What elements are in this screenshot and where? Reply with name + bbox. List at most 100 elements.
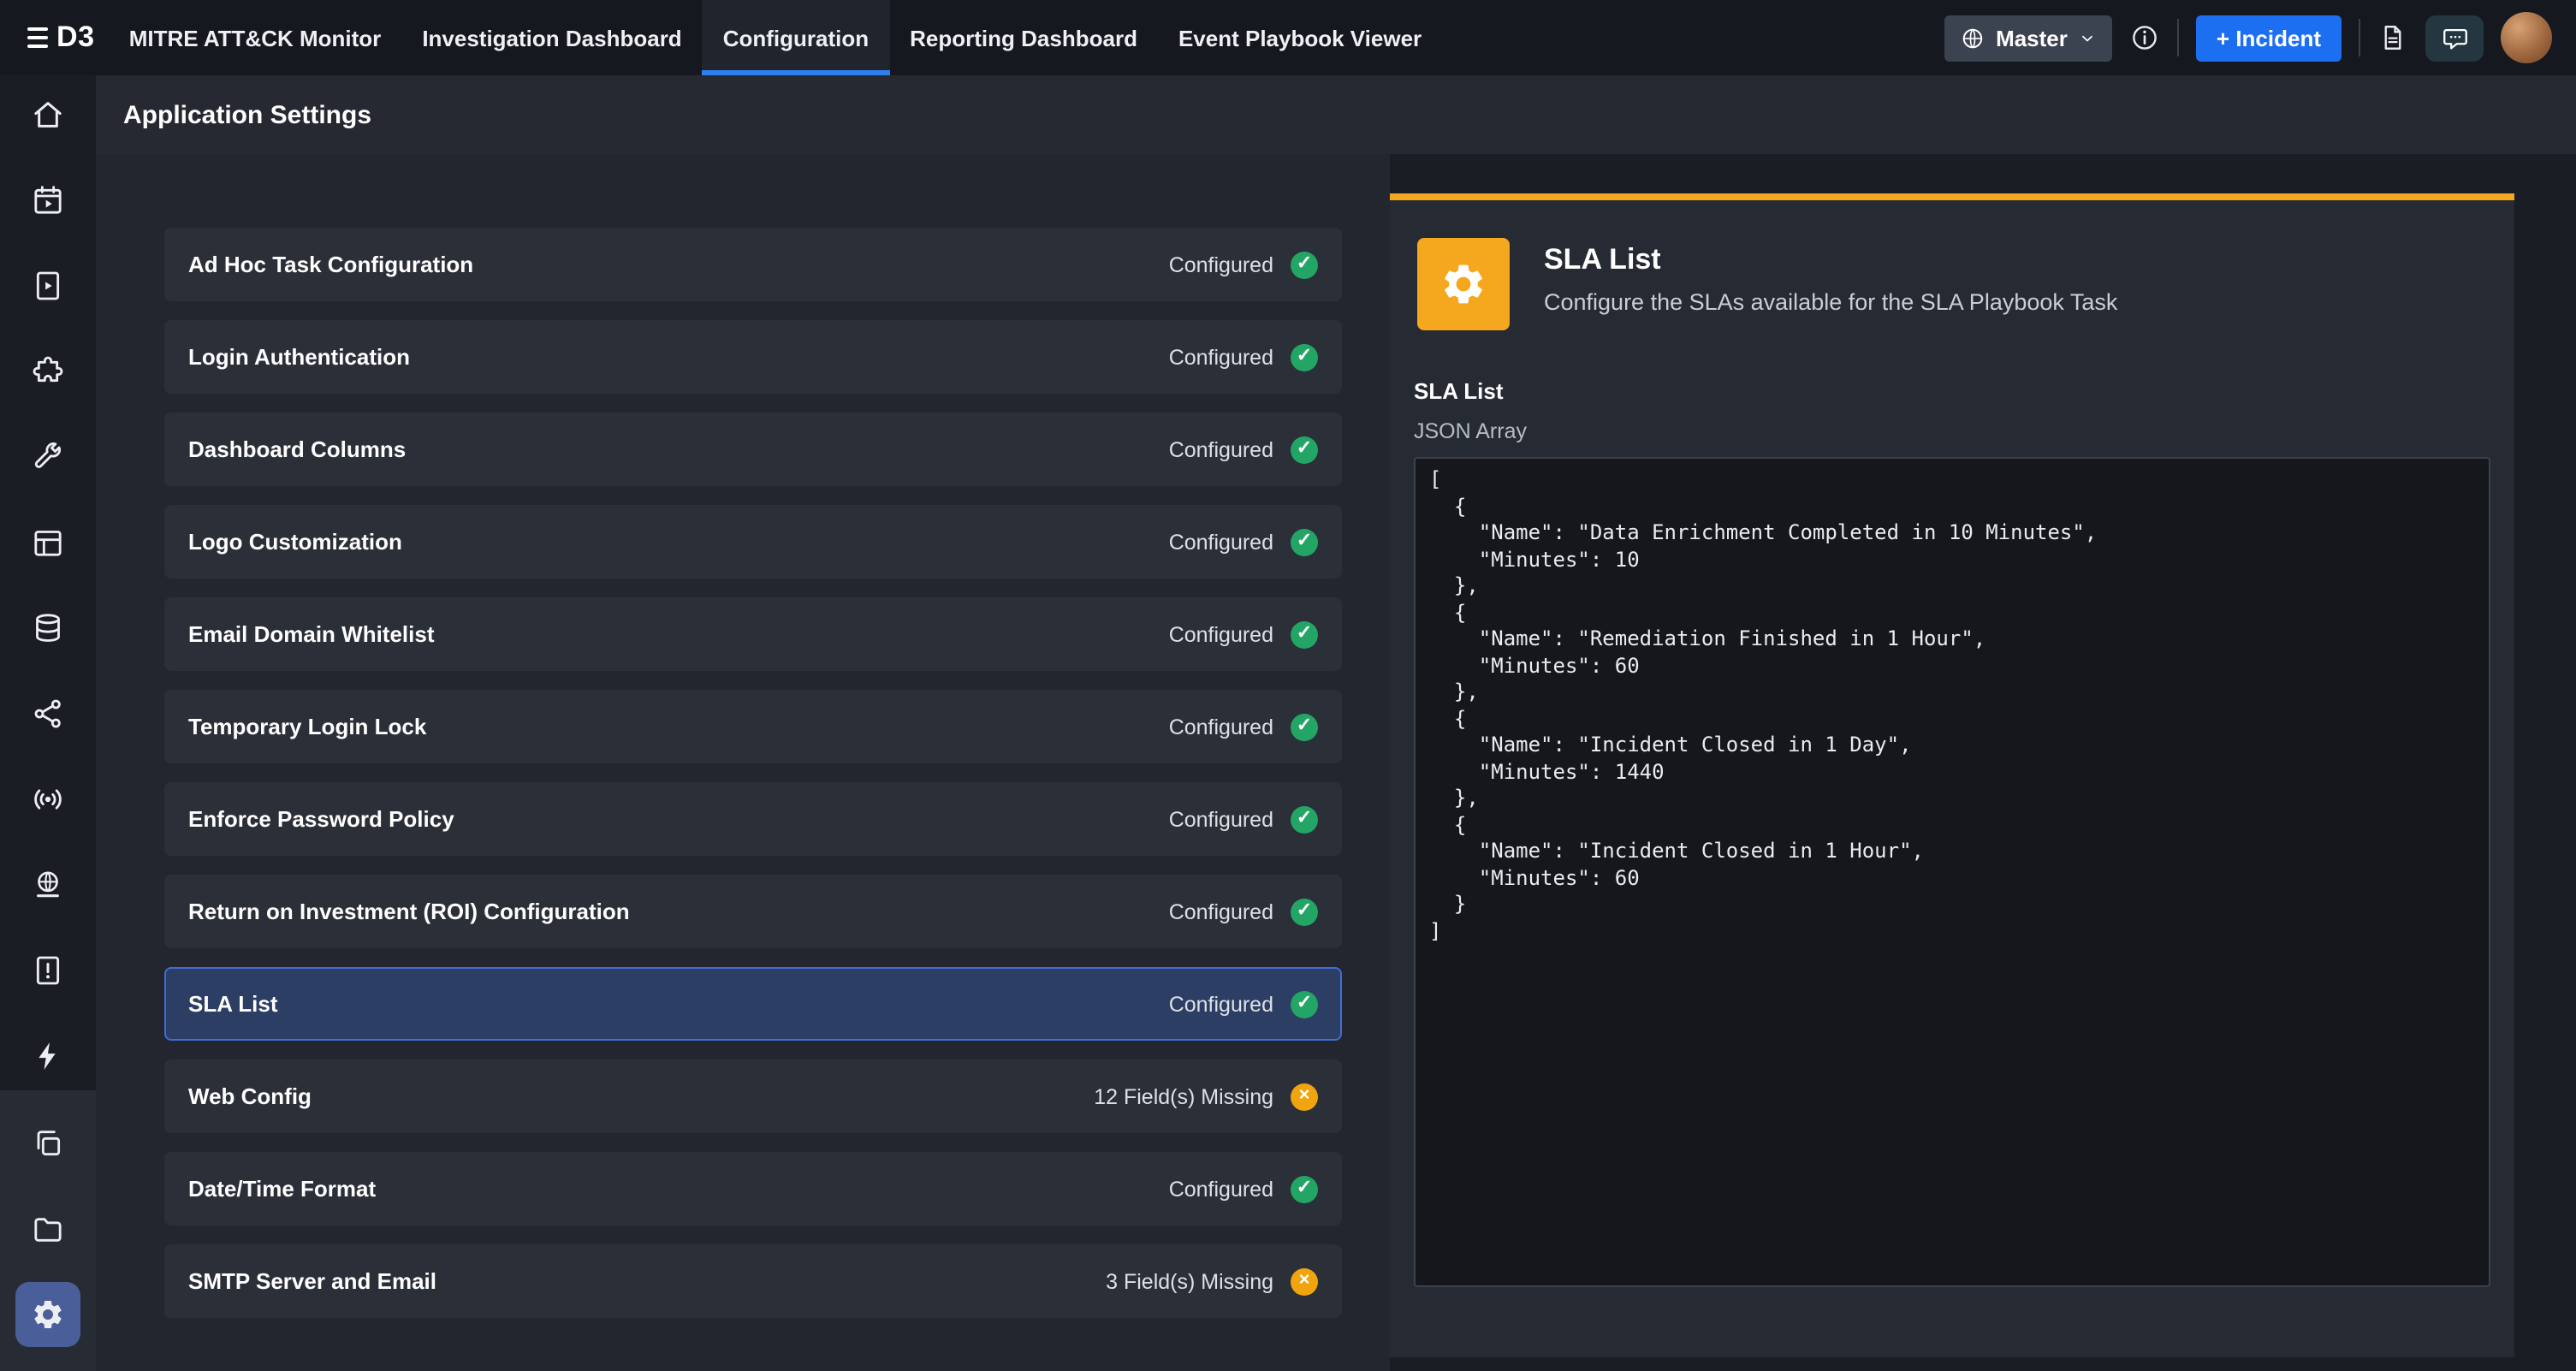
status-configured-icon: ✓: [1291, 1175, 1318, 1202]
environment-selector[interactable]: Master: [1944, 15, 2112, 61]
divider: [2359, 19, 2360, 56]
setting-label: Logo Customization: [188, 529, 1169, 555]
sidebar-item-broadcast[interactable]: [15, 767, 80, 832]
home-icon: [31, 98, 65, 132]
detail-column: SLA List Configure the SLAs available fo…: [1390, 154, 2576, 1371]
setting-label: SMTP Server and Email: [188, 1268, 1106, 1294]
field-type-label: JSON Array: [1414, 419, 2490, 443]
sidebar-item-files[interactable]: [15, 1196, 80, 1261]
chat-button[interactable]: [2425, 15, 2484, 61]
database-icon: [31, 611, 65, 645]
gear-icon: [31, 1297, 65, 1332]
d3-logo-text: D3: [56, 21, 95, 55]
document-button[interactable]: [2377, 22, 2408, 53]
setting-label: Login Authentication: [188, 344, 1169, 370]
row-login-authentication[interactable]: Login Authentication Configured ✓: [164, 320, 1342, 394]
nav-reporting-dashboard[interactable]: Reporting Dashboard: [889, 0, 1158, 75]
sidebar-item-home[interactable]: [15, 82, 80, 147]
folder-icon: [31, 1212, 65, 1246]
d3-logo[interactable]: D3: [27, 21, 95, 55]
row-datetime-format[interactable]: Date/Time Format Configured ✓: [164, 1152, 1342, 1226]
divider: [2177, 19, 2179, 56]
copy-icon: [31, 1126, 65, 1160]
lightning-icon: [31, 1039, 65, 1073]
globe-language-icon: [31, 868, 65, 902]
user-avatar[interactable]: [2501, 12, 2552, 63]
nav-mitre-attack-monitor[interactable]: MITRE ATT&CK Monitor: [109, 0, 402, 75]
setting-status: 3 Field(s) Missing: [1106, 1269, 1273, 1293]
document-icon: [2377, 22, 2408, 53]
document-alert-icon: [31, 953, 65, 988]
status-configured-icon: ✓: [1291, 805, 1318, 833]
setting-status: 12 Field(s) Missing: [1094, 1084, 1273, 1108]
row-dashboard-columns[interactable]: Dashboard Columns Configured ✓: [164, 412, 1342, 486]
chevron-down-icon: [2078, 28, 2097, 47]
board-calendar-icon: [31, 525, 65, 560]
sla-detail-panel: SLA List Configure the SLAs available fo…: [1390, 193, 2514, 1357]
detail-subtitle: Configure the SLAs available for the SLA…: [1544, 289, 2117, 315]
setting-status: Configured: [1169, 715, 1273, 739]
setting-label: Web Config: [188, 1083, 1094, 1109]
main-area: Application Settings Ad Hoc Task Configu…: [96, 75, 2576, 1371]
row-smtp-server-email[interactable]: SMTP Server and Email 3 Field(s) Missing…: [164, 1244, 1342, 1318]
setting-label: Return on Investment (ROI) Configuration: [188, 899, 1169, 924]
environment-label: Master: [1996, 25, 2068, 50]
top-navigation-bar: D3 MITRE ATT&CK Monitor Investigation Da…: [0, 0, 2576, 75]
status-configured-icon: ✓: [1291, 343, 1318, 371]
row-enforce-password-policy[interactable]: Enforce Password Policy Configured ✓: [164, 782, 1342, 856]
sidebar-item-integrations[interactable]: [15, 339, 80, 404]
chat-icon: [2440, 23, 2469, 52]
content-area: Ad Hoc Task Configuration Configured ✓ L…: [96, 154, 2576, 1371]
sidebar-item-copy[interactable]: [15, 1111, 80, 1176]
sidebar-item-alerts[interactable]: [15, 938, 80, 1003]
row-roi-configuration[interactable]: Return on Investment (ROI) Configuration…: [164, 875, 1342, 948]
sidebar-item-event-calendar[interactable]: [15, 168, 80, 233]
setting-status: Configured: [1169, 899, 1273, 923]
sidebar-item-connections[interactable]: [15, 681, 80, 746]
new-incident-button[interactable]: + Incident: [2196, 15, 2342, 61]
status-configured-icon: ✓: [1291, 436, 1318, 463]
status-missing-icon: ×: [1291, 1267, 1318, 1295]
sidebar-item-actions[interactable]: [15, 1024, 80, 1089]
sidebar-item-web[interactable]: [15, 852, 80, 917]
setting-status: Configured: [1169, 252, 1273, 276]
status-configured-icon: ✓: [1291, 898, 1318, 925]
setting-label: SLA List: [188, 991, 1169, 1017]
setting-status: Configured: [1169, 622, 1273, 646]
status-configured-icon: ✓: [1291, 251, 1318, 278]
broadcast-icon: [31, 782, 65, 816]
sidebar-item-database[interactable]: [15, 596, 80, 661]
row-sla-list[interactable]: SLA List Configured ✓: [164, 967, 1342, 1041]
setting-label: Temporary Login Lock: [188, 714, 1169, 739]
sidebar-item-board[interactable]: [15, 510, 80, 575]
share-network-icon: [31, 697, 65, 731]
row-ad-hoc-task-configuration[interactable]: Ad Hoc Task Configuration Configured ✓: [164, 228, 1342, 301]
status-missing-icon: ×: [1291, 1083, 1318, 1110]
setting-status: Configured: [1169, 437, 1273, 461]
gear-icon: [1439, 260, 1487, 308]
puzzle-icon: [31, 354, 65, 389]
nav-investigation-dashboard[interactable]: Investigation Dashboard: [401, 0, 702, 75]
sidebar-item-settings[interactable]: [15, 1282, 80, 1347]
nav-event-playbook-viewer[interactable]: Event Playbook Viewer: [1158, 0, 1442, 75]
row-email-domain-whitelist[interactable]: Email Domain Whitelist Configured ✓: [164, 597, 1342, 671]
sidebar-bottom-group: [0, 1090, 96, 1371]
detail-header: SLA List Configure the SLAs available fo…: [1414, 200, 2490, 330]
setting-status: Configured: [1169, 530, 1273, 554]
sidebar-item-utilities[interactable]: [15, 424, 80, 490]
row-web-config[interactable]: Web Config 12 Field(s) Missing ×: [164, 1059, 1342, 1133]
settings-list-panel: Ad Hoc Task Configuration Configured ✓ L…: [96, 154, 1390, 1371]
row-logo-customization[interactable]: Logo Customization Configured ✓: [164, 505, 1342, 579]
page-header: Application Settings: [96, 75, 2576, 154]
nav-configuration[interactable]: Configuration: [703, 0, 889, 75]
field-label: SLA List: [1414, 378, 2490, 404]
setting-status: Configured: [1169, 1177, 1273, 1201]
document-play-icon: [31, 269, 65, 303]
sla-json-editor[interactable]: [ { "Name": "Data Enrichment Completed i…: [1414, 457, 2490, 1287]
globe-icon: [1960, 25, 1985, 50]
info-button[interactable]: [2129, 22, 2160, 53]
row-temporary-login-lock[interactable]: Temporary Login Lock Configured ✓: [164, 690, 1342, 763]
sidebar-item-playbook-video[interactable]: [15, 253, 80, 318]
setting-status: Configured: [1169, 992, 1273, 1016]
icon-sidebar: [0, 75, 96, 1371]
